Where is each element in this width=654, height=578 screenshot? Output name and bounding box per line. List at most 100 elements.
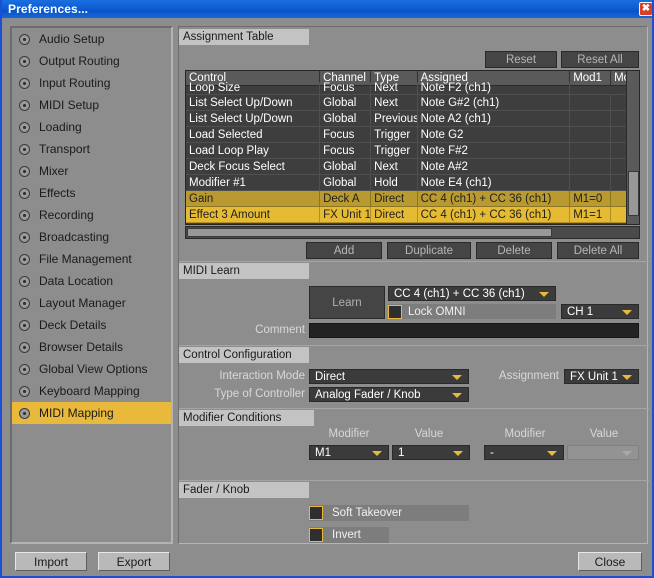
cell-assigned: Note F2 (ch1) (418, 82, 571, 94)
table-row[interactable]: Loop Size Focus Next Note F2 (ch1) (186, 82, 639, 95)
sidebar-item-effects[interactable]: Effects (12, 182, 171, 204)
sidebar-item-label: Global View Options (39, 362, 148, 376)
modifier-2-dropdown[interactable]: - (484, 445, 564, 460)
cell-mod1 (570, 143, 612, 158)
table-row[interactable]: Load Selected Focus Trigger Note G2 (186, 127, 639, 143)
invert-row[interactable]: Invert (309, 527, 389, 543)
radio-icon (19, 55, 30, 67)
table-row[interactable]: Effect 3 Amount FX Unit 1 Direct CC 4 (c… (186, 207, 639, 223)
interaction-mode-label: Interaction Mode (219, 370, 305, 382)
modifier-1-dropdown[interactable]: M1 (309, 445, 389, 460)
reset-all-button[interactable]: Reset All (561, 51, 639, 68)
cell-mod1 (570, 111, 612, 126)
reset-button[interactable]: Reset (485, 51, 557, 68)
table-row[interactable]: List Select Up/Down Global Previous Note… (186, 111, 639, 127)
cell-type: Next (371, 159, 418, 174)
comment-label: Comment (255, 324, 305, 336)
sidebar-item-label: Browser Details (39, 340, 124, 354)
sidebar-item-data-location[interactable]: Data Location (12, 270, 171, 292)
sidebar-item-mixer[interactable]: Mixer (12, 160, 171, 182)
close-button[interactable]: Close (578, 552, 642, 571)
cell-control: Modifier #1 (186, 175, 321, 190)
cell-type: Previous (371, 111, 418, 126)
chevron-down-icon (372, 450, 382, 456)
sidebar-item-keyboard-mapping[interactable]: Keyboard Mapping (12, 380, 171, 402)
chevron-down-icon (453, 450, 463, 456)
delete-button[interactable]: Delete (476, 242, 552, 259)
sidebar-item-layout-manager[interactable]: Layout Manager (12, 292, 171, 314)
type-of-controller-label: Type of Controller (214, 388, 305, 400)
radio-icon (19, 143, 30, 155)
sidebar-item-midi-mapping[interactable]: MIDI Mapping (12, 402, 171, 424)
table-row[interactable]: Deck Focus Select Global Next Note A#2 (186, 159, 639, 175)
cell-channel: Global (320, 159, 372, 174)
assignment-table[interactable]: Control Channel Type Assigned Mod1 Mo Lo… (185, 70, 640, 225)
lock-omni-label: Lock OMNI (408, 305, 466, 318)
vertical-scrollbar-thumb[interactable] (628, 171, 639, 216)
chevron-down-icon (547, 450, 557, 456)
sidebar-item-audio-setup[interactable]: Audio Setup (12, 28, 171, 50)
cell-mod1: M1=1 (570, 207, 612, 222)
cell-assigned: CC 4 (ch1) + CC 36 (ch1) (418, 191, 571, 206)
radio-icon (19, 363, 30, 375)
sidebar-item-label: Output Routing (39, 54, 120, 68)
add-button[interactable]: Add (306, 242, 382, 259)
value-1-dropdown[interactable]: 1 (392, 445, 470, 460)
lock-omni-row[interactable]: Lock OMNI (388, 304, 556, 319)
soft-takeover-checkbox[interactable] (309, 506, 323, 520)
sidebar-item-broadcasting[interactable]: Broadcasting (12, 226, 171, 248)
invert-checkbox[interactable] (309, 528, 323, 542)
divider (179, 408, 649, 409)
midi-assignment-dropdown[interactable]: CC 4 (ch1) + CC 36 (ch1) (388, 286, 556, 301)
cell-channel: Focus (320, 82, 372, 94)
horizontal-scrollbar-thumb[interactable] (187, 228, 552, 237)
sidebar-item-midi-setup[interactable]: MIDI Setup (12, 94, 171, 116)
radio-icon (19, 341, 30, 353)
assignment-dropdown[interactable]: FX Unit 1 (564, 369, 639, 384)
interaction-mode-dropdown[interactable]: Direct (309, 369, 469, 384)
sidebar-item-loading[interactable]: Loading (12, 116, 171, 138)
sidebar-item-transport[interactable]: Transport (12, 138, 171, 160)
sidebar-item-output-routing[interactable]: Output Routing (12, 50, 171, 72)
lock-omni-checkbox[interactable] (388, 304, 402, 319)
chevron-down-icon (539, 291, 549, 297)
export-button[interactable]: Export (98, 552, 170, 571)
sidebar-item-browser-details[interactable]: Browser Details (12, 336, 171, 358)
value-2-header: Value (589, 428, 619, 440)
import-button[interactable]: Import (15, 552, 87, 571)
sidebar-item-label: Broadcasting (39, 230, 110, 244)
table-row[interactable]: List Select Up/Down Global Next Note G#2… (186, 95, 639, 111)
close-icon[interactable]: ✖ (639, 2, 652, 16)
learn-button[interactable]: Learn (309, 286, 385, 319)
comment-input[interactable] (309, 323, 639, 338)
divider (179, 261, 649, 262)
midi-channel-dropdown[interactable]: CH 1 (561, 304, 639, 319)
sidebar-item-input-routing[interactable]: Input Routing (12, 72, 171, 94)
divider (179, 345, 649, 346)
sidebar-item-file-management[interactable]: File Management (12, 248, 171, 270)
sidebar-item-deck-details[interactable]: Deck Details (12, 314, 171, 336)
title-bar: Preferences... ✖ (2, 0, 652, 18)
duplicate-button[interactable]: Duplicate (387, 242, 471, 259)
table-row[interactable]: Modifier #1 Global Hold Note E4 (ch1) (186, 175, 639, 191)
cell-assigned: Note F#2 (418, 143, 571, 158)
sidebar-item-label: Data Location (39, 274, 114, 288)
table-horizontal-scrollbar[interactable] (185, 226, 640, 239)
cell-type: Direct (371, 191, 418, 206)
radio-icon (19, 297, 30, 309)
cell-channel: Focus (320, 143, 372, 158)
table-row[interactable]: Load Loop Play Focus Trigger Note F#2 (186, 143, 639, 159)
table-vertical-scrollbar[interactable] (626, 71, 639, 224)
cell-control: Effect 3 Amount (186, 207, 321, 222)
cell-control: Load Selected (186, 127, 321, 142)
sidebar-item-label: File Management (39, 252, 132, 266)
radio-icon (19, 231, 30, 243)
table-row[interactable]: Gain Deck A Direct CC 4 (ch1) + CC 36 (c… (186, 191, 639, 207)
sidebar-item-global-view-options[interactable]: Global View Options (12, 358, 171, 380)
sidebar-item-recording[interactable]: Recording (12, 204, 171, 226)
soft-takeover-row[interactable]: Soft Takeover (309, 505, 469, 521)
sidebar-item-label: Keyboard Mapping (39, 384, 140, 398)
type-of-controller-dropdown[interactable]: Analog Fader / Knob (309, 387, 469, 402)
column-header-mod1[interactable]: Mod1 (570, 71, 612, 85)
delete-all-button[interactable]: Delete All (557, 242, 639, 259)
